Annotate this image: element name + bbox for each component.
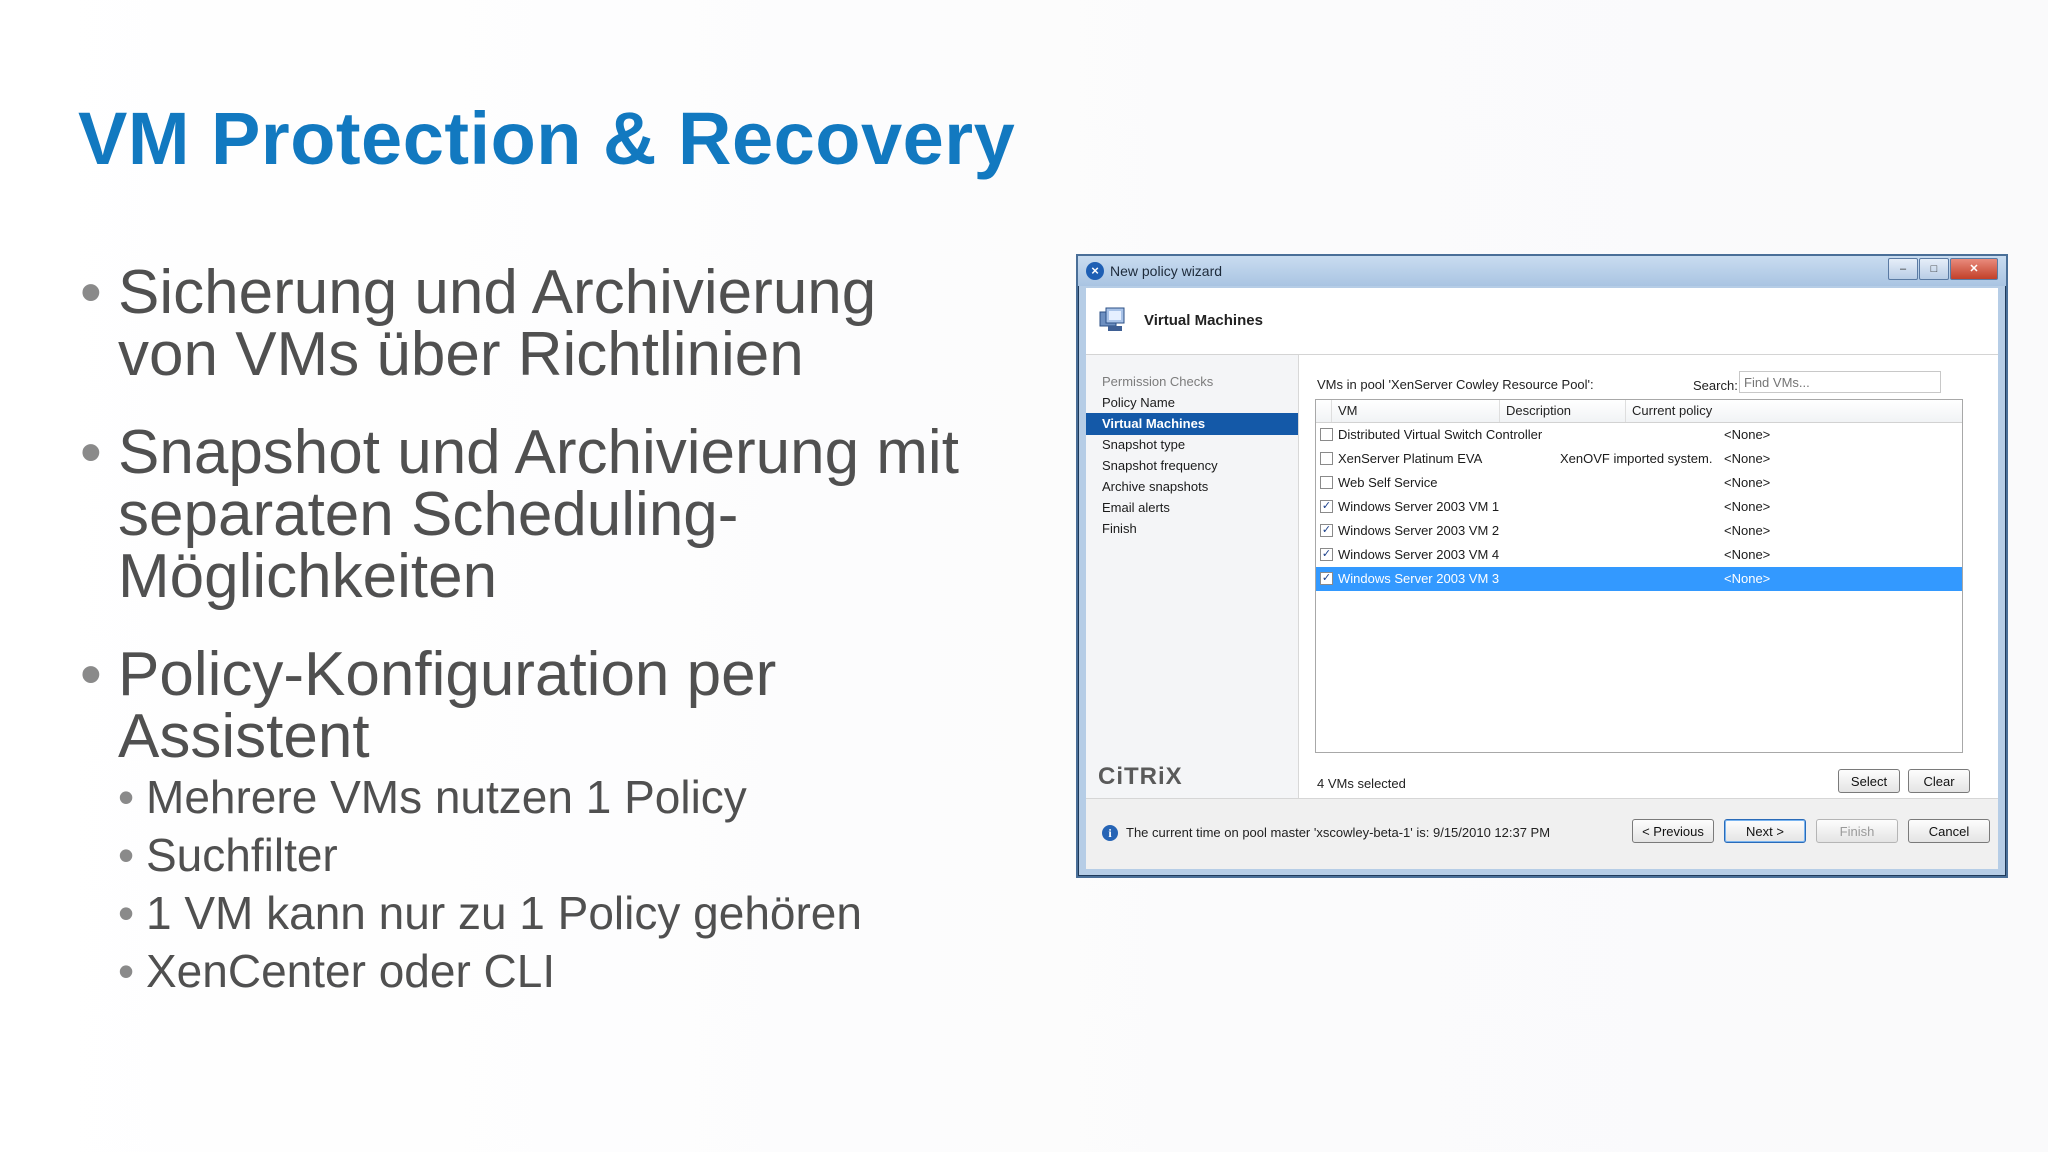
vm-name: Windows Server 2003 VM 2 — [1338, 523, 1500, 538]
virtual-machines-icon — [1099, 307, 1125, 331]
vm-checkbox[interactable] — [1320, 476, 1333, 489]
bullet-line: Policy-Konfiguration per — [118, 640, 777, 709]
nav-item-email-alerts[interactable]: Email alerts — [1086, 497, 1298, 519]
vm-row[interactable]: ✓ Windows Server 2003 VM 4 <None> — [1316, 543, 1962, 567]
vm-checkbox-checked[interactable]: ✓ — [1320, 572, 1333, 585]
vm-name: Windows Server 2003 VM 3 — [1338, 571, 1500, 586]
nav-item-snapshot-frequency[interactable]: Snapshot frequency — [1086, 455, 1298, 477]
wizard-main: VMs in pool 'XenServer Cowley Resource P… — [1299, 355, 1998, 811]
vm-list: VM Description Current policy Distribute… — [1315, 399, 1963, 753]
bullet-line: Sicherung und Archivierung — [118, 258, 877, 327]
bullet-dot: • — [118, 887, 135, 939]
sub-bullet-item: • XenCenter oder CLI — [80, 942, 1020, 1000]
vm-policy: <None> — [1724, 571, 1771, 586]
bullet-item: • Policy-Konfiguration per Assistent — [80, 644, 1020, 768]
vm-row[interactable]: Distributed Virtual Switch Controller <N… — [1316, 423, 1962, 447]
nav-item-virtual-machines[interactable]: Virtual Machines — [1086, 413, 1298, 435]
wizard-client-area: Virtual Machines Permission Checks Polic… — [1086, 288, 1998, 869]
nav-item-archive-snapshots[interactable]: Archive snapshots — [1086, 476, 1298, 498]
vm-row[interactable]: ✓ Windows Server 2003 VM 1 <None> — [1316, 495, 1962, 519]
wizard-header: Virtual Machines — [1086, 288, 1998, 355]
vm-policy: <None> — [1724, 523, 1771, 538]
wizard-page-title: Virtual Machines — [1144, 312, 1263, 329]
vm-checkbox[interactable] — [1320, 428, 1333, 441]
next-button[interactable]: Next > — [1724, 819, 1806, 843]
bullet-line: Assistent — [118, 702, 370, 771]
close-button[interactable]: ✕ — [1950, 258, 1998, 280]
vm-checkbox[interactable] — [1320, 452, 1333, 465]
maximize-button[interactable]: □ — [1919, 258, 1949, 280]
slide: VM Protection & Recovery • Sicherung und… — [0, 0, 2048, 1152]
previous-button[interactable]: < Previous — [1632, 819, 1714, 843]
minimize-button[interactable]: – — [1888, 258, 1918, 280]
bullet-line: Snapshot und Archivierung mit — [118, 418, 959, 487]
sub-bullet-item: • 1 VM kann nur zu 1 Policy gehören — [80, 884, 1020, 942]
nav-item-finish[interactable]: Finish — [1086, 518, 1298, 540]
bullet-dot: • — [80, 640, 102, 709]
vm-policy: <None> — [1724, 547, 1771, 562]
bullet-list: • Sicherung und Archivierung von VMs übe… — [80, 262, 1020, 1000]
sub-bullet-item: • Mehrere VMs nutzen 1 Policy — [80, 768, 1020, 826]
column-header-description[interactable]: Description — [1500, 400, 1626, 422]
vm-policy: <None> — [1724, 451, 1771, 466]
window-controls: – □ ✕ — [1887, 258, 1998, 280]
vm-name: Distributed Virtual Switch Controller — [1338, 427, 1543, 442]
wizard-footer: i The current time on pool master 'xscow… — [1086, 798, 1998, 869]
vm-row[interactable]: ✓ Windows Server 2003 VM 2 <None> — [1316, 519, 1962, 543]
cancel-button[interactable]: Cancel — [1908, 819, 1990, 843]
vm-row-selected[interactable]: ✓ Windows Server 2003 VM 3 <None> — [1316, 567, 1962, 591]
vm-description: XenOVF imported system. — [1560, 451, 1713, 466]
nav-item-policy-name[interactable]: Policy Name — [1086, 392, 1298, 414]
vm-name: Web Self Service — [1338, 475, 1438, 490]
bullet-dot: • — [80, 258, 102, 327]
vm-row[interactable]: Web Self Service <None> — [1316, 471, 1962, 495]
column-header-current-policy[interactable]: Current policy — [1626, 400, 1962, 422]
bullet-dot: • — [118, 945, 135, 997]
title-bar[interactable]: × New policy wizard – □ ✕ — [1078, 256, 2006, 286]
sub-bullet-text: Suchfilter — [146, 829, 338, 881]
bullet-dot: • — [80, 418, 102, 487]
bullet-line: separaten Scheduling- — [118, 480, 739, 549]
vm-checkbox-checked[interactable]: ✓ — [1320, 524, 1333, 537]
bullet-item: • Snapshot und Archivierung mit separate… — [80, 422, 1020, 608]
sub-bullet-text: XenCenter oder CLI — [146, 945, 556, 997]
nav-item-snapshot-type[interactable]: Snapshot type — [1086, 434, 1298, 456]
status-text: The current time on pool master 'xscowle… — [1126, 825, 1551, 840]
citrix-logo: CiTRiX — [1098, 763, 1183, 790]
info-icon: i — [1102, 825, 1118, 841]
sub-bullet-item: • Suchfilter — [80, 826, 1020, 884]
bullet-dot: • — [118, 829, 135, 881]
slide-title: VM Protection & Recovery — [78, 97, 1016, 180]
vm-row[interactable]: XenServer Platinum EVA XenOVF imported s… — [1316, 447, 1962, 471]
bullet-dot: • — [118, 771, 135, 823]
app-icon: × — [1086, 262, 1104, 280]
new-policy-wizard-window: × New policy wizard – □ ✕ Virtual Machin… — [1076, 254, 2008, 878]
wizard-nav: Permission Checks Policy Name Virtual Ma… — [1086, 355, 1299, 798]
vm-checkbox-checked[interactable]: ✓ — [1320, 548, 1333, 561]
search-label: Search: — [1693, 378, 1738, 393]
window-title: New policy wizard — [1110, 263, 1223, 279]
vms-selected-count: 4 VMs selected — [1317, 776, 1406, 791]
vm-name: Windows Server 2003 VM 4 — [1338, 547, 1500, 562]
vm-list-header: VM Description Current policy — [1316, 400, 1962, 423]
column-header-check[interactable] — [1316, 400, 1332, 422]
bullet-line: von VMs über Richtlinien — [118, 320, 804, 389]
vm-checkbox-checked[interactable]: ✓ — [1320, 500, 1333, 513]
vm-name: XenServer Platinum EVA — [1338, 451, 1483, 466]
vm-name: Windows Server 2003 VM 1 — [1338, 499, 1500, 514]
sub-bullet-text: 1 VM kann nur zu 1 Policy gehören — [146, 887, 862, 939]
vm-policy: <None> — [1724, 499, 1771, 514]
vm-policy: <None> — [1724, 427, 1771, 442]
vm-policy: <None> — [1724, 475, 1771, 490]
bullet-line: Möglichkeiten — [118, 542, 498, 611]
column-header-vm[interactable]: VM — [1332, 400, 1500, 422]
select-all-button[interactable]: Select All — [1838, 769, 1900, 811]
clear-all-button[interactable]: Clear All — [1908, 769, 1970, 811]
finish-button[interactable]: Finish — [1816, 819, 1898, 843]
pool-label: VMs in pool 'XenServer Cowley Resource P… — [1317, 377, 1594, 392]
search-input[interactable] — [1739, 371, 1941, 393]
bullet-item: • Sicherung und Archivierung von VMs übe… — [80, 262, 1020, 386]
sub-bullet-text: Mehrere VMs nutzen 1 Policy — [146, 771, 747, 823]
nav-item-permission-checks[interactable]: Permission Checks — [1086, 371, 1298, 393]
